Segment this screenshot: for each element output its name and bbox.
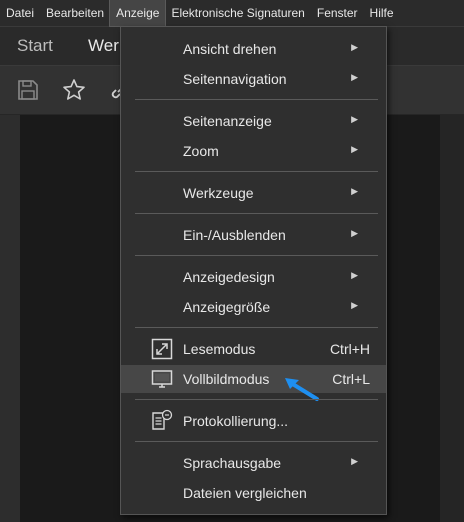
- menu-item-sprachausgabe[interactable]: Sprachausgabe ▶: [121, 449, 386, 477]
- menu-item-anzeigegroesse[interactable]: Anzeigegröße ▶: [121, 293, 386, 321]
- menu-item-label: Lesemodus: [183, 341, 256, 357]
- submenu-arrow-icon: ▶: [351, 144, 358, 154]
- menu-item-label: Seitenanzeige: [183, 113, 272, 129]
- menu-hilfe[interactable]: Hilfe: [364, 0, 400, 26]
- submenu-arrow-icon: ▶: [351, 72, 358, 82]
- menu-item-seitennavigation[interactable]: Seitennavigation ▶: [121, 65, 386, 93]
- menu-separator: [135, 213, 378, 214]
- menu-item-lesemodus[interactable]: Lesemodus Ctrl+H: [121, 335, 386, 363]
- star-icon[interactable]: [62, 78, 86, 102]
- read-mode-icon: [151, 338, 173, 360]
- menu-item-ein-ausblenden[interactable]: Ein-/Ausblenden ▶: [121, 221, 386, 249]
- submenu-arrow-icon: ▶: [351, 270, 358, 280]
- menu-fenster[interactable]: Fenster: [311, 0, 364, 26]
- menu-bar: Datei Bearbeiten Anzeige Elektronische S…: [0, 0, 464, 27]
- menu-separator: [135, 255, 378, 256]
- menu-item-protokollierung[interactable]: Protokollierung...: [121, 407, 386, 435]
- submenu-arrow-icon: ▶: [351, 42, 358, 52]
- menu-item-label: Vollbildmodus: [183, 371, 270, 387]
- log-icon: [152, 409, 173, 430]
- anzeige-dropdown-menu: Ansicht drehen ▶ Seitennavigation ▶ Seit…: [120, 26, 387, 515]
- menu-anzeige[interactable]: Anzeige: [109, 0, 167, 27]
- menu-item-label: Seitennavigation: [183, 71, 287, 87]
- menu-separator: [135, 327, 378, 328]
- shortcut-label: Ctrl+H: [329, 341, 370, 357]
- menu-item-label: Werkzeuge: [183, 185, 254, 201]
- menu-item-label: Ein-/Ausblenden: [183, 227, 286, 243]
- left-panel: [0, 115, 20, 522]
- save-icon[interactable]: [16, 78, 40, 102]
- menu-item-label: Anzeigegröße: [183, 299, 271, 315]
- menu-item-vollbildmodus[interactable]: Vollbildmodus Ctrl+L: [121, 365, 386, 393]
- submenu-arrow-icon: ▶: [351, 114, 358, 124]
- submenu-arrow-icon: ▶: [351, 300, 358, 310]
- menu-item-label: Zoom: [183, 143, 219, 159]
- menu-item-label: Anzeigedesign: [183, 269, 275, 285]
- menu-elektronische-signaturen[interactable]: Elektronische Signaturen: [165, 0, 310, 26]
- menu-bearbeiten[interactable]: Bearbeiten: [40, 0, 110, 26]
- menu-item-label: Ansicht drehen: [183, 41, 277, 57]
- menu-item-dateien-vergleichen[interactable]: Dateien vergleichen: [121, 479, 386, 507]
- monitor-icon: [151, 370, 173, 388]
- menu-item-anzeigedesign[interactable]: Anzeigedesign ▶: [121, 263, 386, 291]
- shortcut-label: Ctrl+L: [332, 371, 370, 387]
- menu-item-label: Sprachausgabe: [183, 455, 282, 471]
- menu-separator: [135, 171, 378, 172]
- menu-item-werkzeuge[interactable]: Werkzeuge ▶: [121, 179, 386, 207]
- menu-separator: [135, 441, 378, 442]
- menu-item-zoom[interactable]: Zoom ▶: [121, 137, 386, 165]
- menu-separator: [135, 99, 378, 100]
- menu-datei[interactable]: Datei: [0, 0, 40, 26]
- menu-item-ansicht-drehen[interactable]: Ansicht drehen ▶: [121, 35, 386, 63]
- menu-item-label: Dateien vergleichen: [183, 485, 307, 501]
- right-panel: [440, 115, 464, 522]
- menu-item-label: Protokollierung...: [183, 413, 289, 429]
- submenu-arrow-icon: ▶: [351, 456, 358, 466]
- menu-separator: [135, 399, 378, 400]
- menu-item-seitenanzeige[interactable]: Seitenanzeige ▶: [121, 107, 386, 135]
- submenu-arrow-icon: ▶: [351, 186, 358, 196]
- tab-start[interactable]: Start: [17, 36, 53, 56]
- submenu-arrow-icon: ▶: [351, 228, 358, 238]
